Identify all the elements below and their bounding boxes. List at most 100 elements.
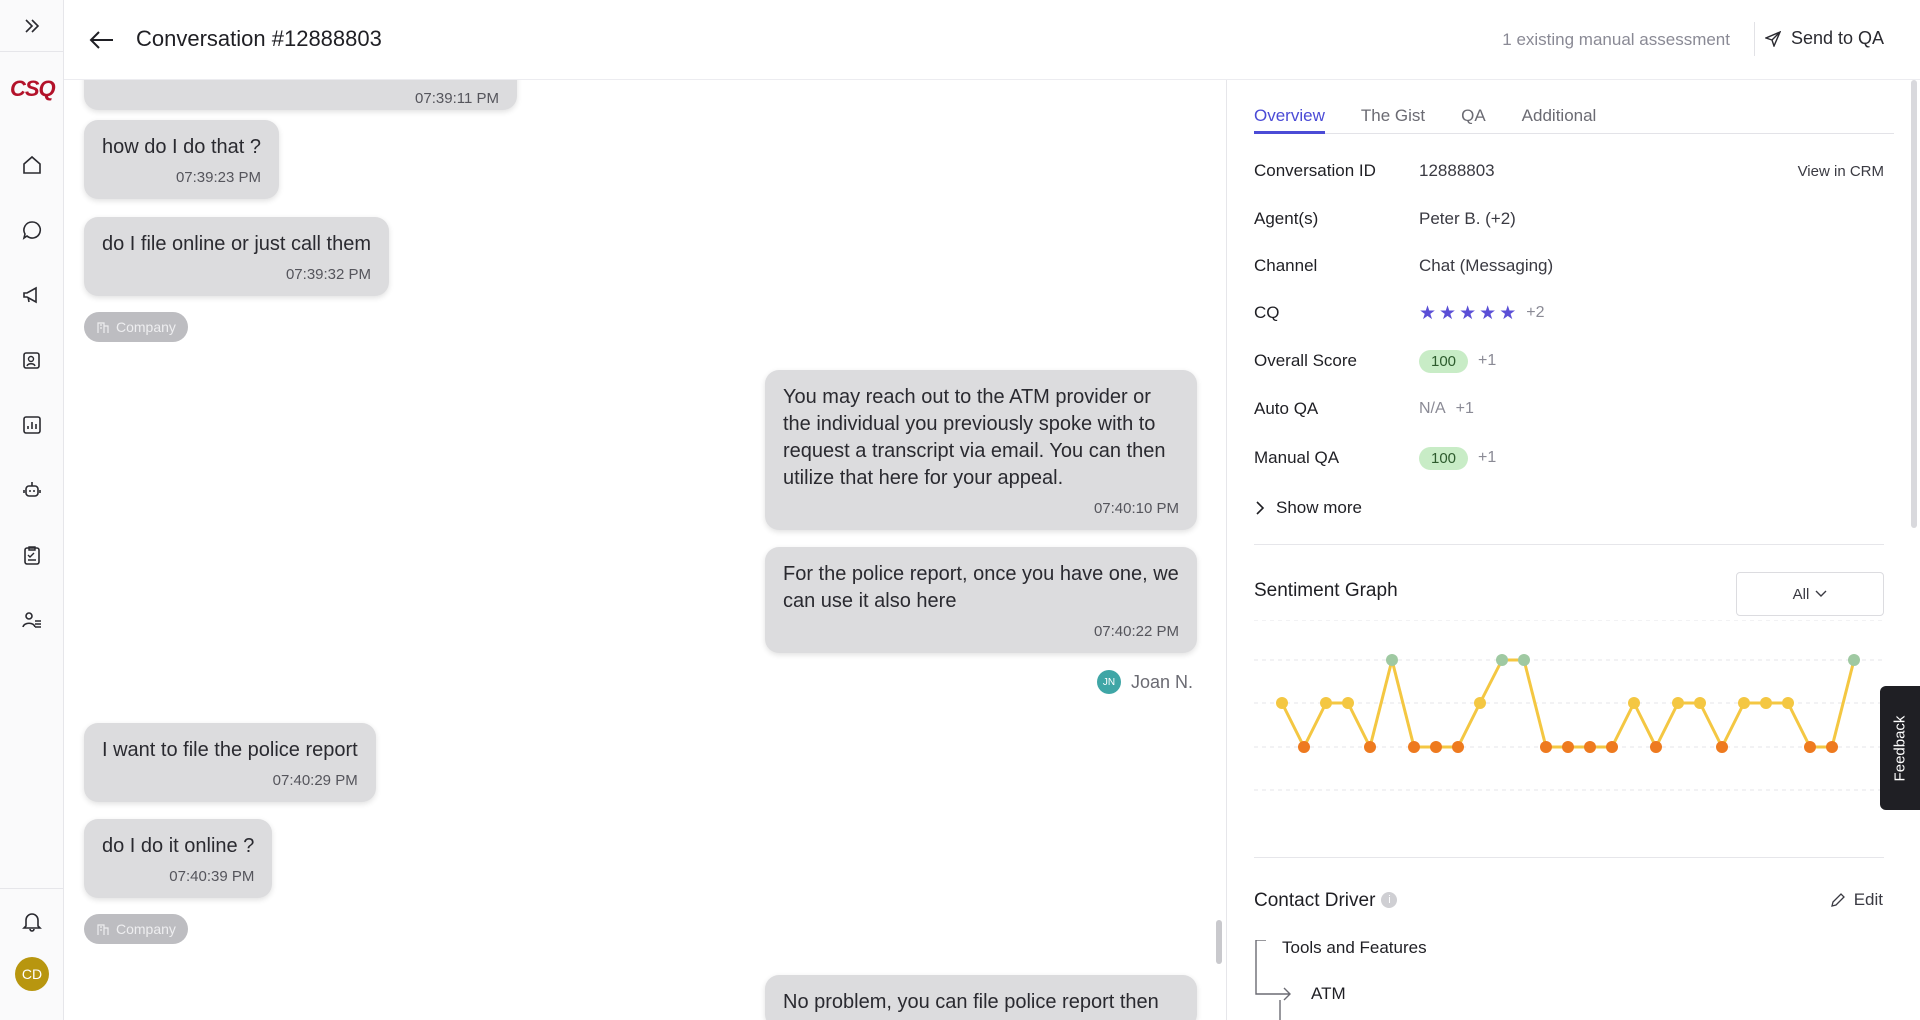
edit-label: Edit — [1853, 890, 1883, 909]
sentiment-point[interactable] — [1540, 741, 1552, 753]
sentiment-point[interactable] — [1386, 654, 1398, 666]
sentiment-point[interactable] — [1804, 741, 1816, 753]
panel-scrollbar[interactable] — [1911, 80, 1917, 528]
manual-qa-value: 100 +1 — [1419, 446, 1496, 470]
tab-overview[interactable]: Overview — [1254, 106, 1325, 134]
chat-scrollbar[interactable] — [1216, 920, 1222, 964]
message-text: No problem, you can file police report t… — [783, 991, 1159, 1013]
cq-value: ★ ★ ★ ★ ★ +2 — [1419, 302, 1544, 325]
tab-qa[interactable]: QA — [1461, 106, 1486, 134]
sentiment-point[interactable] — [1826, 741, 1838, 753]
chevron-right-icon — [1256, 501, 1265, 515]
sentiment-segment — [1368, 659, 1394, 748]
user-avatar[interactable]: CD — [15, 957, 49, 991]
sentiment-point[interactable] — [1408, 741, 1420, 753]
feedback-tab[interactable]: Feedback — [1880, 686, 1920, 810]
sentiment-point[interactable] — [1716, 741, 1728, 753]
sentiment-point[interactable] — [1320, 697, 1332, 709]
message-bubble-agent: No problem, you can file police report t… — [765, 975, 1197, 1020]
tab-the-gist[interactable]: The Gist — [1361, 106, 1425, 134]
nav-assessments[interactable] — [0, 522, 64, 587]
nav-bots[interactable] — [0, 457, 64, 522]
contact-driver-label: Contact Driver — [1254, 890, 1376, 911]
driver-tree-item[interactable]: Tools and Features — [1282, 938, 1427, 958]
contact-driver-title: Contact Driver i — [1254, 890, 1398, 912]
sentiment-point[interactable] — [1738, 697, 1750, 709]
nav-campaigns[interactable] — [0, 262, 64, 327]
message-text: I want to file the police report — [102, 739, 358, 761]
rail-nav — [0, 132, 64, 652]
message-time: 07:40:10 PM — [1093, 500, 1179, 517]
driver-tree-item[interactable]: ATM — [1311, 984, 1346, 1004]
info-icon[interactable]: i — [1381, 892, 1398, 908]
sentiment-segment — [1280, 702, 1306, 748]
channel-row: Channel Chat (Messaging) — [1254, 251, 1884, 281]
company-pill: Company — [84, 312, 188, 342]
conversation-id-label: Conversation ID — [1254, 161, 1376, 180]
message-text: For the police report, once you have one… — [783, 563, 1179, 612]
sentiment-segment — [1830, 659, 1856, 748]
sentiment-point[interactable] — [1452, 741, 1464, 753]
left-rail: CSQ CD — [0, 0, 64, 1020]
edit-contact-driver-button[interactable]: Edit — [1830, 890, 1883, 910]
nav-conversations[interactable] — [0, 197, 64, 262]
sentiment-point[interactable] — [1848, 654, 1860, 666]
sentiment-point[interactable] — [1628, 697, 1640, 709]
sentiment-point[interactable] — [1474, 697, 1486, 709]
sentiment-point[interactable] — [1650, 741, 1662, 753]
sentiment-point[interactable] — [1606, 741, 1618, 753]
auto-qa-score: N/A — [1419, 400, 1446, 417]
sentiment-point[interactable] — [1298, 741, 1310, 753]
tab-additional[interactable]: Additional — [1522, 106, 1597, 134]
back-button[interactable] — [86, 24, 118, 56]
cq-extra[interactable]: +2 — [1526, 304, 1544, 322]
expand-rail-button[interactable] — [0, 0, 64, 52]
sentiment-point[interactable] — [1562, 741, 1574, 753]
sentiment-point[interactable] — [1782, 697, 1794, 709]
agents-label: Agent(s) — [1254, 209, 1319, 228]
double-chevron-right-icon — [25, 18, 40, 33]
sentiment-point[interactable] — [1672, 697, 1684, 709]
send-to-qa-button[interactable]: Send to QA — [1764, 28, 1884, 49]
conversation-id-row: Conversation ID 12888803 View in CRM — [1254, 156, 1884, 186]
sentiment-point[interactable] — [1496, 654, 1508, 666]
agents-value[interactable]: Peter B. (+2) — [1419, 209, 1516, 229]
manual-qa-row: Manual QA 100 +1 — [1254, 443, 1884, 473]
rail-bottom: CD — [0, 888, 64, 991]
sentiment-point[interactable] — [1518, 654, 1530, 666]
sentiment-graph — [1254, 620, 1884, 791]
sentiment-point[interactable] — [1364, 741, 1376, 753]
nav-team[interactable] — [0, 587, 64, 652]
notifications-button[interactable] — [0, 889, 64, 953]
panel-tabs: Overview The Gist QA Additional — [1254, 106, 1894, 134]
conversation-id-value: 12888803 — [1419, 161, 1495, 180]
score-badge: 100 — [1419, 446, 1469, 470]
message-time: 07:39:32 PM — [285, 266, 372, 283]
building-icon — [97, 924, 109, 935]
nav-home[interactable] — [0, 132, 64, 197]
overall-extra[interactable]: +1 — [1478, 352, 1496, 370]
message-bubble-customer: 07:39:11 PM — [84, 80, 517, 110]
message-bubble-customer: do I do it online ? 07:40:39 PM — [84, 819, 273, 898]
manual-assessment-link[interactable]: 1 existing manual assessment — [1502, 30, 1730, 50]
sentiment-point[interactable] — [1342, 697, 1354, 709]
sentiment-filter-value: All — [1792, 585, 1810, 603]
star-icon: ★ — [1499, 302, 1517, 324]
nav-reports[interactable] — [0, 392, 64, 457]
nav-profiles[interactable] — [0, 327, 64, 392]
sentiment-segment — [1698, 702, 1724, 748]
view-in-crm-link[interactable]: View in CRM — [1798, 163, 1884, 180]
message-time: 07:40:39 PM — [169, 868, 255, 885]
sentiment-point[interactable] — [1276, 697, 1288, 709]
app-logo[interactable]: CSQ — [10, 76, 56, 101]
auto-qa-extra[interactable]: +1 — [1456, 400, 1474, 418]
sentiment-point[interactable] — [1430, 741, 1442, 753]
sentiment-point[interactable] — [1694, 697, 1706, 709]
sentiment-segment — [1610, 702, 1636, 748]
sentiment-point[interactable] — [1584, 741, 1596, 753]
sentiment-filter-dropdown[interactable]: All — [1736, 572, 1884, 616]
sentiment-point[interactable] — [1760, 697, 1772, 709]
show-more-label: Show more — [1276, 498, 1362, 517]
show-more-button[interactable]: Show more — [1254, 498, 1362, 518]
manual-qa-extra[interactable]: +1 — [1478, 449, 1496, 467]
